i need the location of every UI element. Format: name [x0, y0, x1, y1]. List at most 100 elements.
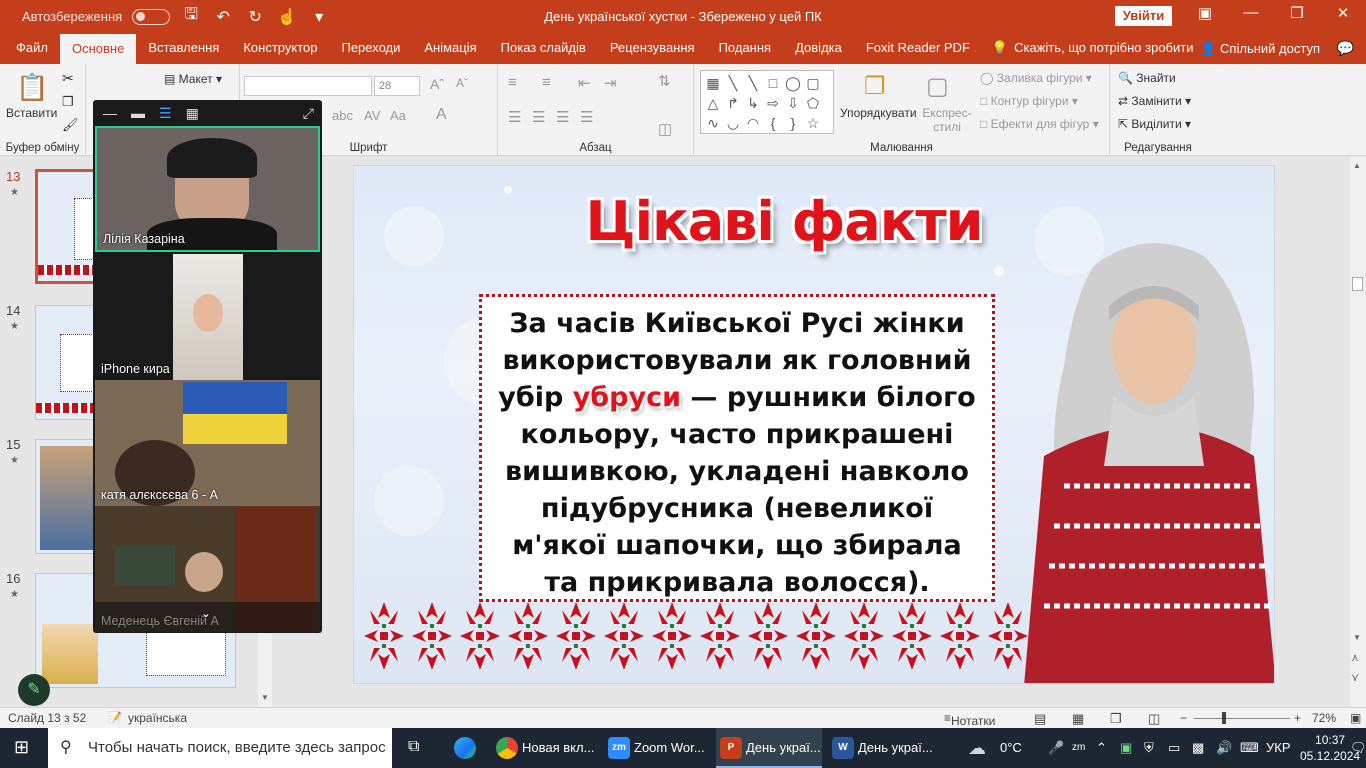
- tab-view[interactable]: Подання: [707, 33, 784, 64]
- security-icon[interactable]: ⛨: [1144, 728, 1154, 768]
- reading-view-icon[interactable]: ❒: [1110, 711, 1122, 727]
- task-view-icon[interactable]: ⧉: [408, 738, 419, 756]
- zoom-video-panel[interactable]: — ▬ ☰ ▦ ⤢ Лілія Казаріна iPhone кира кат…: [93, 100, 322, 633]
- tell-me-search[interactable]: 💡 Скажіть, що потрібно зробити: [982, 33, 1206, 64]
- zoom-out-icon[interactable]: −: [1180, 711, 1187, 725]
- shapes-gallery[interactable]: ▦ ╲ ╲ □ ◯ ▢ △ ↱ ↳ ⇨ ⇩ ⬠ ∿ ◡ ◠ { } ☆: [700, 70, 834, 134]
- current-slide[interactable]: Цікаві факти За часів Київської Русі жін…: [353, 165, 1275, 684]
- spellcheck-icon[interactable]: 📝: [108, 711, 122, 724]
- video-tile[interactable]: iPhone кира: [95, 254, 320, 380]
- language-label[interactable]: українська: [128, 711, 187, 725]
- tab-transitions[interactable]: Переходи: [329, 33, 412, 64]
- connector-shape-icon[interactable]: ↱: [723, 93, 743, 113]
- video-tile[interactable]: Лілія Казаріна: [95, 126, 320, 252]
- replace-button[interactable]: ⇄ Замінити ▾: [1118, 94, 1191, 108]
- align-center-icon[interactable]: ☰: [532, 108, 545, 126]
- share-button[interactable]: 👤 Спільний доступ: [1200, 41, 1320, 57]
- notifications-icon[interactable]: 🗨: [1350, 728, 1366, 768]
- pentagon-shape-icon[interactable]: ⬠: [803, 93, 823, 113]
- tab-design[interactable]: Конструктор: [231, 33, 329, 64]
- line-shape-icon[interactable]: ╲: [743, 73, 763, 93]
- connector-shape-icon[interactable]: ↳: [743, 93, 763, 113]
- curve-shape-icon[interactable]: ∿: [703, 113, 723, 133]
- rectangle-shape-icon[interactable]: □: [763, 73, 783, 93]
- chevron-down-icon[interactable]: ⌄: [201, 606, 211, 620]
- textbox-shape-icon[interactable]: ▦: [703, 73, 723, 93]
- zoom-slider-thumb[interactable]: [1222, 712, 1226, 724]
- undo-icon[interactable]: ↶: [212, 7, 234, 27]
- slide-sorter-icon[interactable]: ▦: [1072, 711, 1084, 727]
- keyboard-icon[interactable]: ⌨: [1240, 728, 1259, 768]
- app-tray-icon[interactable]: ▣: [1120, 728, 1132, 768]
- normal-view-icon[interactable]: ▤: [1034, 711, 1046, 727]
- windows-start-icon[interactable]: ⊞: [14, 737, 29, 758]
- smartart-icon[interactable]: ◫: [658, 120, 672, 138]
- ribbon-display-icon[interactable]: ▣: [1190, 4, 1220, 22]
- slide-scrollbar[interactable]: ▲ ▼ ⋏ ⋎: [1350, 157, 1366, 707]
- input-language[interactable]: УКР: [1266, 728, 1291, 768]
- network-icon[interactable]: ▩: [1192, 728, 1204, 768]
- fit-slide-icon[interactable]: ▣: [1350, 711, 1361, 725]
- layout-button[interactable]: ▤ Макет ▾: [164, 72, 222, 86]
- tab-help[interactable]: Довідка: [783, 33, 854, 64]
- increase-indent-icon[interactable]: ⇥: [604, 74, 617, 92]
- numbering-icon[interactable]: ≡: [542, 74, 551, 91]
- align-left-icon[interactable]: ☰: [508, 108, 521, 126]
- grow-font-icon[interactable]: Aˆ: [430, 76, 444, 92]
- microphone-icon[interactable]: 🎤: [1048, 728, 1064, 768]
- arrange-button[interactable]: Упорядкувати: [840, 106, 917, 120]
- minimize-panel-icon[interactable]: —: [103, 105, 117, 121]
- brace-right-shape-icon[interactable]: }: [783, 113, 803, 133]
- oval-shape-icon[interactable]: ◯: [783, 73, 803, 93]
- taskbar-app-powerpoint[interactable]: P День украї...: [716, 728, 822, 768]
- line-shape-icon[interactable]: ╲: [723, 73, 743, 93]
- font-name-combo[interactable]: [244, 76, 372, 96]
- strikethrough-icon[interactable]: abc: [332, 108, 353, 123]
- weather-icon[interactable]: ☁: [968, 728, 986, 768]
- arc-shape-icon[interactable]: ◠: [743, 113, 763, 133]
- arrange-icon[interactable]: ❐: [864, 72, 886, 101]
- paste-button[interactable]: Вставити: [6, 106, 57, 120]
- sign-in-button[interactable]: Увійти: [1115, 6, 1172, 26]
- maximize-icon[interactable]: ❐: [1282, 4, 1312, 22]
- arrow-down-shape-icon[interactable]: ⇩: [783, 93, 803, 113]
- zoom-in-icon[interactable]: +: [1294, 711, 1301, 725]
- format-painter-icon[interactable]: 🖌: [62, 117, 79, 133]
- redo-icon[interactable]: ↻: [244, 7, 266, 27]
- triangle-shape-icon[interactable]: △: [703, 93, 723, 113]
- video-tile[interactable]: катя алєксєєва 6 - А: [95, 380, 320, 506]
- expand-icon[interactable]: ⤢: [303, 105, 314, 122]
- tab-home[interactable]: Основне: [59, 34, 137, 64]
- touch-mode-icon[interactable]: ☝: [276, 7, 298, 27]
- shape-effects-button[interactable]: □ Ефекти для фігур ▾: [980, 117, 1099, 131]
- taskbar-app-word[interactable]: W День украї...: [828, 728, 934, 768]
- tab-slideshow[interactable]: Показ слайдів: [489, 33, 598, 64]
- pen-icon[interactable]: ✎: [18, 674, 50, 706]
- notes-button[interactable]: ≡ Нотатки: [944, 711, 995, 728]
- copy-icon[interactable]: ❐: [62, 94, 74, 110]
- justify-icon[interactable]: ☰: [580, 108, 593, 126]
- text-direction-icon[interactable]: ⇅: [658, 72, 671, 90]
- strip-view-icon[interactable]: ☰: [159, 105, 172, 122]
- taskbar-app-zoom[interactable]: zm Zoom Wor...: [604, 728, 710, 768]
- tab-review[interactable]: Рецензування: [598, 33, 707, 64]
- chevron-up-icon[interactable]: ⌃: [1096, 728, 1107, 768]
- zoom-slider[interactable]: [1194, 718, 1290, 719]
- arc-shape-icon[interactable]: ◡: [723, 113, 743, 133]
- find-button[interactable]: 🔍 Знайти: [1118, 71, 1176, 85]
- close-icon[interactable]: ✕: [1328, 4, 1358, 22]
- tab-animations[interactable]: Анімація: [412, 33, 488, 64]
- bullets-icon[interactable]: ≡: [508, 74, 517, 91]
- select-button[interactable]: ⇱ Виділити ▾: [1118, 117, 1191, 131]
- align-right-icon[interactable]: ☰: [556, 108, 569, 126]
- quick-styles-button[interactable]: Експрес-стилі: [922, 106, 972, 134]
- video-tile[interactable]: Меденець Євгеній А ⌄: [95, 506, 320, 632]
- comments-icon[interactable]: 💬: [1337, 40, 1354, 57]
- save-icon[interactable]: 🖫: [180, 3, 202, 30]
- cut-icon[interactable]: ✂: [62, 70, 74, 87]
- quick-styles-icon[interactable]: ▢: [926, 72, 949, 101]
- change-case-icon[interactable]: Aa: [390, 108, 406, 123]
- speaker-view-icon[interactable]: ▬: [131, 105, 145, 121]
- star-shape-icon[interactable]: ☆: [803, 113, 823, 133]
- customize-qat-icon[interactable]: ▾: [308, 7, 330, 27]
